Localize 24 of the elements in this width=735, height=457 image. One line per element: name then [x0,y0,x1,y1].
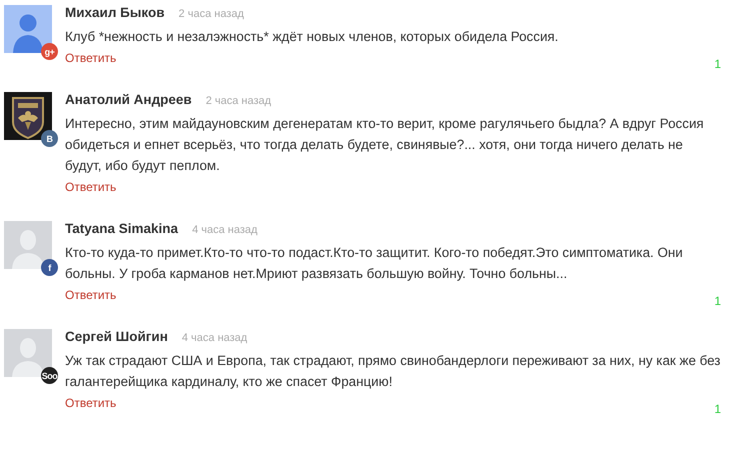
avatar-icon [4,221,52,269]
reply-link[interactable]: Ответить [65,51,116,65]
network-badge: f [41,259,58,276]
reply-link[interactable]: Ответить [65,180,116,194]
comment-time: 2 часа назад [178,8,244,20]
comment-rating: 1 [714,402,721,416]
network-badge: g+ [41,43,58,60]
comment-text: Уж так страдают США и Европа, так страдают, прямо свинобандерлоги переживают за них, ну как же без галантерейщика кардиналу, кто же спасет Францию! [65,352,721,391]
comment-text: Кто-то куда-то примет.Кто-то что-то подаст.Кто-то защитит. Кого-то победят.Это симптоматика. Они больны. У гроба карманов нет.Мриют развязать большую войну. Точно больны... [65,244,684,283]
comment-rating: 1 [714,294,721,308]
author-name[interactable]: Михаил Быков [65,5,165,20]
comment-text: Интересно, этим майдауновским дегенератам кто-то верит, кроме рагулячьего быдла? А вдруг Россия обидеться и епнет всерьёз, что тогда делать будете, свинявые?... хотя, они тогда ничего делать не будут, ибо будут пеплом. [65,115,705,175]
comment-time: 4 часа назад [182,332,248,344]
network-badge: B [41,130,58,147]
comment-text: Клуб *нежность и незалэжность* ждёт новых членов, которых обидела Россия. [65,28,560,46]
author-name[interactable]: Сергей Шойгин [65,329,168,344]
comment-time: 2 часа назад [206,95,272,107]
author-name[interactable]: Анатолий Андреев [65,92,192,107]
reply-link[interactable]: Ответить [65,288,116,302]
author-name[interactable]: Tatyana Simakina [65,221,178,236]
comment-time: 4 часа назад [192,224,258,236]
reply-link[interactable]: Ответить [65,396,116,410]
network-badge: Soo [41,367,58,384]
comment-rating: 1 [714,57,721,71]
